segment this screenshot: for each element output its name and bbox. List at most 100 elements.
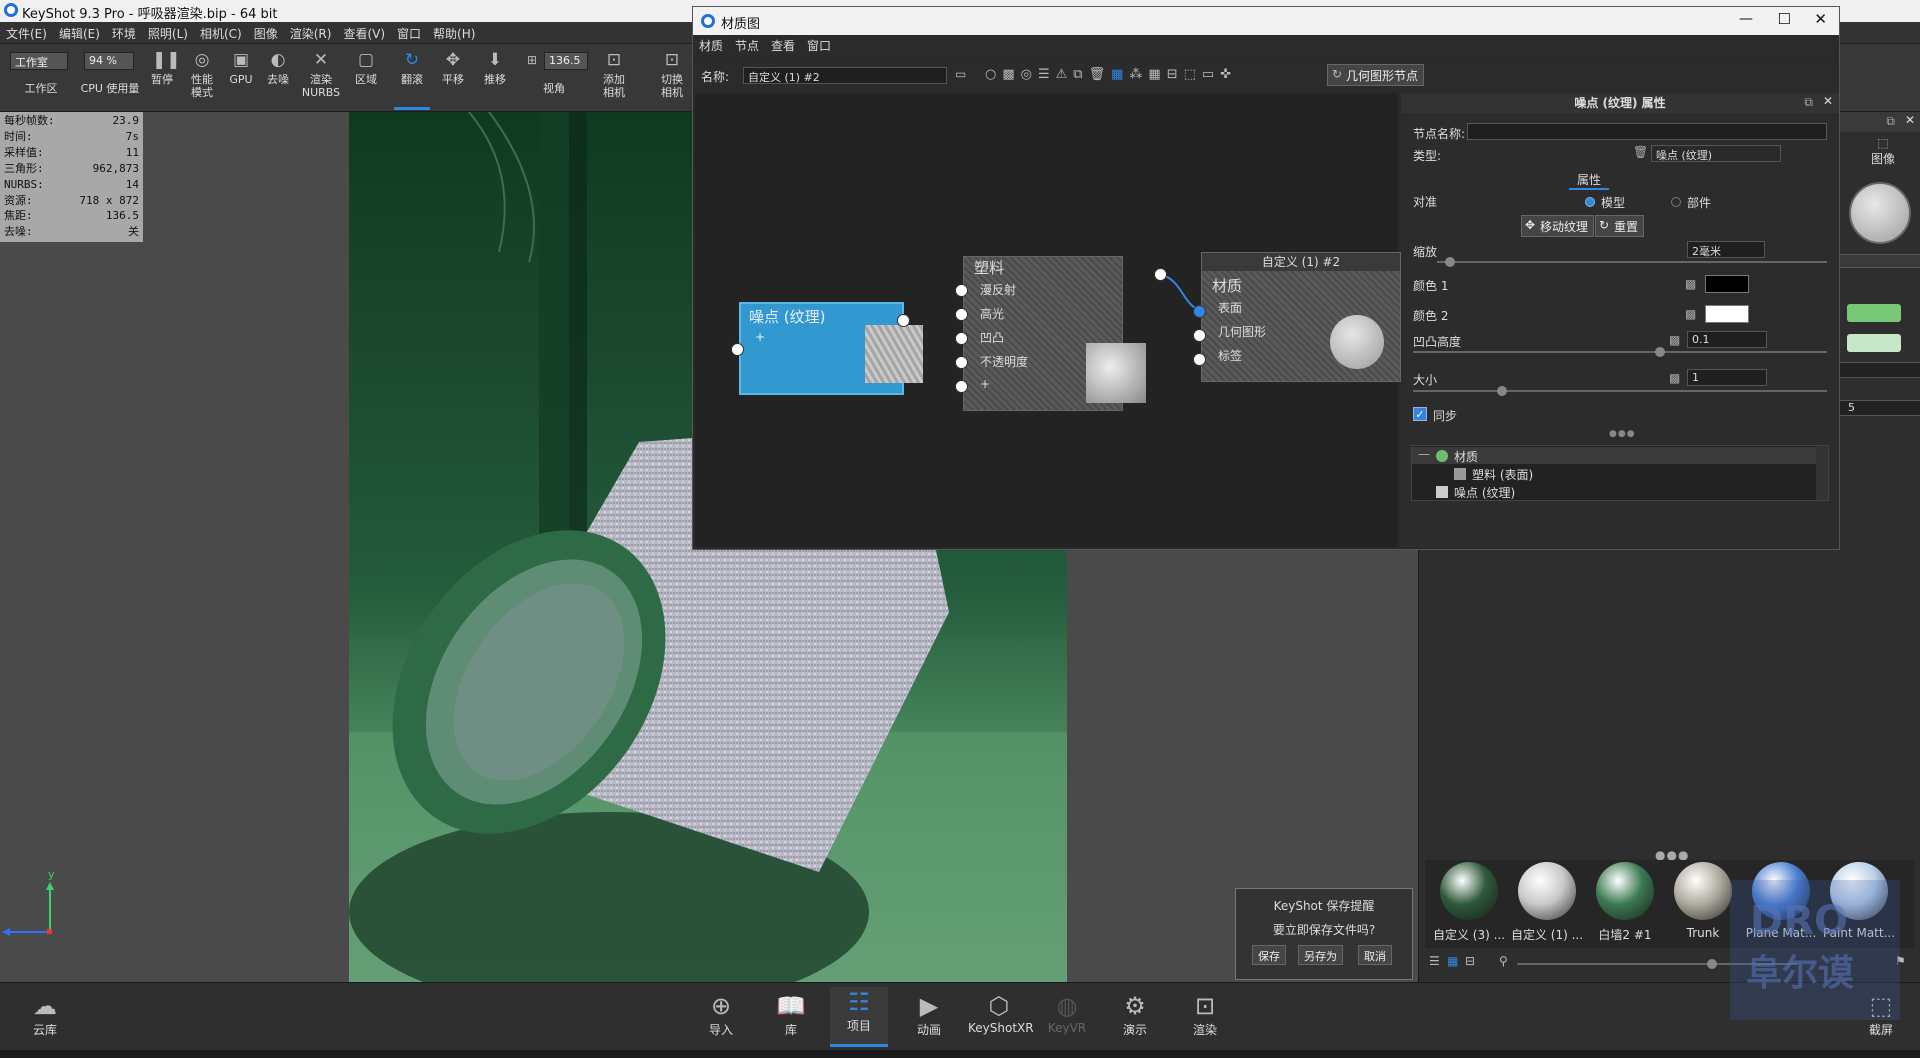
delete-icon[interactable]: 🗑 bbox=[1633, 145, 1648, 159]
model-radio[interactable] bbox=[1585, 197, 1595, 207]
menu-window[interactable]: 窗口 bbox=[391, 22, 427, 45]
material-name-input[interactable]: 自定义 (1) #2 bbox=[743, 67, 947, 84]
library-item[interactable]: 自定义 (3) ... bbox=[1431, 862, 1507, 946]
add-camera-button[interactable]: ⊡ 添加 相机 bbox=[594, 50, 634, 99]
cancel-button[interactable]: 取消 bbox=[1358, 945, 1392, 965]
mg-menu-window[interactable]: 窗口 bbox=[801, 35, 837, 56]
value-field-2[interactable]: 5 bbox=[1839, 400, 1920, 416]
render-button[interactable]: ⊡ 渲染 bbox=[1176, 991, 1234, 1038]
present-button[interactable]: ⚙ 演示 bbox=[1106, 991, 1164, 1038]
region-button[interactable]: ▢ 区域 bbox=[350, 50, 382, 86]
save-material-icon[interactable]: ▭ bbox=[955, 67, 966, 81]
menu-lighting[interactable]: 照明(L) bbox=[142, 22, 194, 45]
texture-map-icon[interactable]: ▩ bbox=[1685, 277, 1696, 291]
color-swatch-green[interactable] bbox=[1847, 304, 1901, 322]
minimize-icon[interactable]: — bbox=[1739, 11, 1753, 27]
color1-swatch[interactable] bbox=[1705, 275, 1749, 293]
close-icon[interactable]: ✕ bbox=[1905, 113, 1915, 127]
size-slider[interactable] bbox=[1413, 386, 1827, 396]
menu-help[interactable]: 帮助(H) bbox=[427, 22, 481, 45]
graph-tools-group[interactable]: ○▩◎☰⚠⧉🗑▦⁂▦⊟⬚▭✜ bbox=[985, 67, 1237, 82]
library-button[interactable]: 📖 库 bbox=[762, 991, 820, 1038]
keyshotxr-button[interactable]: ⬡ KeyShotXR bbox=[968, 991, 1034, 1035]
image-tab[interactable]: ⬚ 图像 bbox=[1861, 136, 1905, 167]
gpu-button[interactable]: ▣ GPU bbox=[226, 50, 256, 86]
menu-render[interactable]: 渲染(R) bbox=[284, 22, 338, 45]
bump-height-slider[interactable] bbox=[1413, 347, 1827, 357]
cloud-library-button[interactable]: ☁ 云库 bbox=[16, 991, 74, 1038]
plastic-output-port[interactable] bbox=[1154, 268, 1167, 281]
menu-camera[interactable]: 相机(C) bbox=[194, 22, 248, 45]
menu-environment[interactable]: 环境 bbox=[106, 22, 142, 45]
grid-view-icon[interactable]: ▦ bbox=[1447, 954, 1458, 968]
plastic-node[interactable]: 塑料 漫反射 高光 凹凸 不透明度 + bbox=[963, 256, 1146, 411]
mg-menu-material[interactable]: 材质 bbox=[693, 35, 729, 56]
menu-file[interactable]: 文件(E) bbox=[0, 22, 53, 45]
part-radio[interactable] bbox=[1671, 197, 1681, 207]
keyvr-button[interactable]: ◍ KeyVR bbox=[1038, 991, 1096, 1035]
animation-button[interactable]: ▶ 动画 bbox=[900, 991, 958, 1038]
bump-height-input[interactable]: 0.1 bbox=[1687, 331, 1767, 348]
collapse-icon[interactable]: — bbox=[1418, 447, 1430, 461]
move-texture-button[interactable]: ✥ 移动纹理 bbox=[1521, 215, 1595, 237]
add-port[interactable] bbox=[955, 380, 968, 393]
texture-map-icon[interactable]: ▩ bbox=[1685, 307, 1696, 321]
pause-button[interactable]: ❚❚ 暂停 bbox=[146, 50, 181, 86]
detach-icon[interactable]: ⧉ bbox=[1804, 95, 1813, 110]
noise-texture-node[interactable]: 噪点 (纹理) + bbox=[739, 302, 923, 395]
texture-map-icon[interactable]: ▩ bbox=[1669, 333, 1680, 347]
tree-scrollbar[interactable] bbox=[1816, 446, 1828, 500]
workspace-select[interactable]: 工作室 bbox=[10, 52, 68, 70]
save-button[interactable]: 保存 bbox=[1252, 945, 1286, 965]
switch-camera-button[interactable]: ⊡ 切换 相机 bbox=[652, 50, 692, 99]
tree-row-material[interactable]: — 材质 bbox=[1412, 447, 1816, 464]
tree-view-icon[interactable]: ⊟ bbox=[1465, 954, 1475, 968]
value-field-1[interactable] bbox=[1839, 362, 1920, 378]
label-port[interactable] bbox=[1193, 353, 1206, 366]
diffuse-port[interactable] bbox=[955, 284, 968, 297]
tree-row-noise[interactable]: 噪点 (纹理) bbox=[1412, 483, 1816, 500]
sync-checkbox[interactable]: ✓ bbox=[1413, 407, 1427, 421]
properties-tab[interactable]: 属性 bbox=[1569, 171, 1610, 190]
mg-menu-node[interactable]: 节点 bbox=[729, 35, 765, 56]
scale-slider[interactable] bbox=[1437, 257, 1827, 267]
pan-button[interactable]: ✥ 平移 bbox=[436, 50, 470, 86]
render-nurbs-button[interactable]: ✕ 渲染 NURBS bbox=[300, 50, 342, 99]
surface-port[interactable] bbox=[1193, 305, 1206, 318]
project-button[interactable]: ☷ 项目 bbox=[830, 987, 888, 1047]
performance-mode-button[interactable]: ◎ 性能 模式 bbox=[186, 50, 218, 99]
list-view-icon[interactable]: ☰ bbox=[1429, 954, 1440, 968]
bump-port[interactable] bbox=[955, 332, 968, 345]
specular-port[interactable] bbox=[955, 308, 968, 321]
menu-view[interactable]: 查看(V) bbox=[337, 22, 391, 45]
size-input[interactable]: 1 bbox=[1687, 369, 1767, 386]
type-select[interactable]: 噪点 (纹理) bbox=[1651, 145, 1781, 162]
geometry-port[interactable] bbox=[1193, 329, 1206, 342]
color2-swatch[interactable] bbox=[1705, 305, 1749, 323]
tumble-button[interactable]: ↻ 翻滚 bbox=[394, 50, 430, 110]
geometry-node-button[interactable]: ↻ 几何图形节点 bbox=[1327, 64, 1425, 86]
node-name-input[interactable] bbox=[1467, 123, 1827, 140]
mg-menu-view[interactable]: 查看 bbox=[765, 35, 801, 56]
save-as-button[interactable]: 另存为 bbox=[1298, 945, 1343, 965]
tree-row-plastic[interactable]: 塑料 (表面) bbox=[1412, 465, 1816, 482]
denoise-button[interactable]: ◐ 去噪 bbox=[262, 50, 294, 86]
color-swatch-light[interactable] bbox=[1847, 334, 1901, 352]
noise-node-plus[interactable]: + bbox=[755, 330, 765, 344]
node-graph-canvas[interactable]: 噪点 (纹理) + 塑料 漫反射 高光 凹凸 不透明度 + 自定义 (1) #2… bbox=[695, 93, 1401, 547]
cpu-usage-select[interactable]: 94 % bbox=[84, 52, 134, 70]
reset-button[interactable]: ↻ 重置 bbox=[1595, 215, 1645, 237]
restore-icon[interactable]: ⧉ bbox=[1886, 114, 1895, 129]
scale-input[interactable]: 2毫米 bbox=[1687, 241, 1765, 258]
menu-image[interactable]: 图像 bbox=[248, 22, 284, 45]
texture-map-icon[interactable]: ▩ bbox=[1669, 371, 1680, 385]
noise-input-port[interactable] bbox=[731, 343, 744, 356]
more-icon[interactable]: ●●● bbox=[1609, 429, 1636, 439]
close-icon[interactable]: ✕ bbox=[1814, 10, 1827, 28]
library-item[interactable]: 白墙2 #1 bbox=[1587, 862, 1663, 946]
material-output-node[interactable]: 自定义 (1) #2 材质 表面 几何图形 标签 bbox=[1201, 252, 1401, 382]
fov-input[interactable]: 136.5 bbox=[544, 52, 588, 70]
close-icon[interactable]: ✕ bbox=[1823, 94, 1833, 108]
library-item[interactable]: 自定义 (1) ... bbox=[1509, 862, 1585, 946]
noise-output-port[interactable] bbox=[897, 314, 910, 327]
